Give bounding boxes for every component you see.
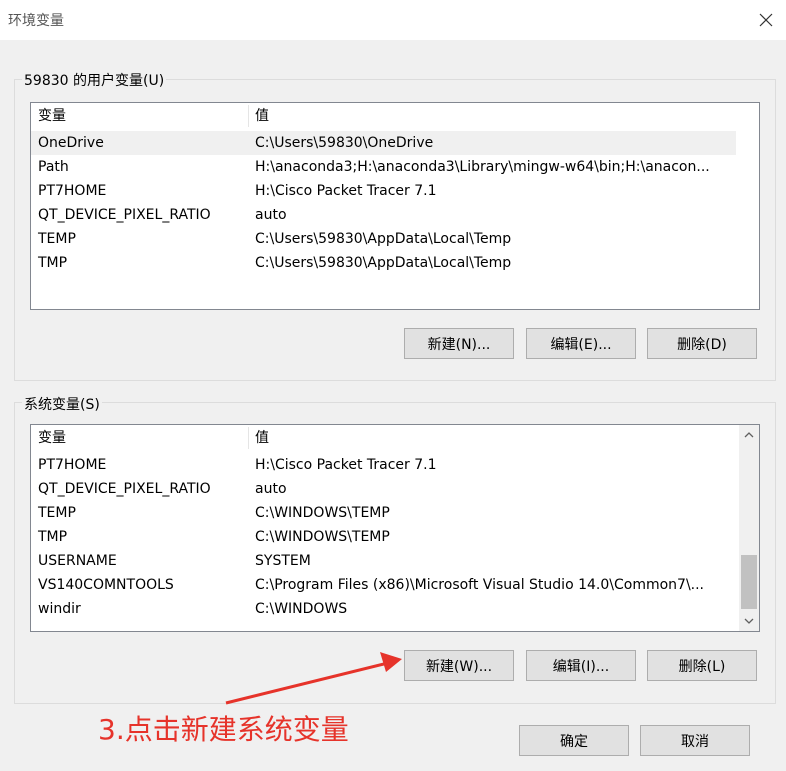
scroll-down-button[interactable] xyxy=(739,611,759,631)
variable-value: C:\Users\59830\AppData\Local\Temp xyxy=(255,231,512,247)
table-row[interactable]: TMP C:\Users\59830\AppData\Local\Temp xyxy=(31,251,759,275)
table-row[interactable]: PT7HOME H:\Cisco Packet Tracer 7.1 xyxy=(31,453,739,477)
list-header: 变量 值 xyxy=(31,103,759,127)
variable-name: Path xyxy=(38,159,69,175)
variable-value: SYSTEM xyxy=(255,553,311,569)
variable-value: C:\Program Files (x86)\Microsoft Visual … xyxy=(255,577,705,593)
column-header-value[interactable]: 值 xyxy=(255,105,269,125)
variable-name: TEMP xyxy=(38,231,76,247)
title-bar: 环境变量 xyxy=(0,0,786,40)
window-title: 环境变量 xyxy=(8,13,64,29)
variable-name: QT_DEVICE_PIXEL_RATIO xyxy=(38,481,211,497)
variable-name: QT_DEVICE_PIXEL_RATIO xyxy=(38,207,211,223)
variable-name: TEMP xyxy=(38,505,76,521)
variable-name: PT7HOME xyxy=(38,457,107,473)
variable-name: TMP xyxy=(38,255,68,271)
cancel-button[interactable]: 取消 xyxy=(640,725,750,756)
table-row[interactable]: QT_DEVICE_PIXEL_RATIO auto xyxy=(31,477,739,501)
variable-value: C:\WINDOWS\TEMP xyxy=(255,529,390,545)
variable-value: C:\WINDOWS\TEMP xyxy=(255,505,390,521)
table-row[interactable]: OneDrive C:\Users\59830\OneDrive xyxy=(31,131,736,155)
table-row[interactable]: USERNAME SYSTEM xyxy=(31,549,739,573)
user-new-button[interactable]: 新建(N)... xyxy=(404,328,514,359)
table-row[interactable]: QT_DEVICE_PIXEL_RATIO auto xyxy=(31,203,759,227)
ok-button[interactable]: 确定 xyxy=(519,725,629,756)
table-row[interactable]: Path H:\anaconda3;H:\anaconda3\Library\m… xyxy=(31,155,759,179)
chevron-up-icon xyxy=(744,432,754,438)
variable-name: TMP xyxy=(38,529,68,545)
close-button[interactable] xyxy=(752,6,780,34)
system-variables-label: 系统变量(S) xyxy=(22,394,102,414)
user-variables-list[interactable]: 变量 值 OneDrive C:\Users\59830\OneDrive Pa… xyxy=(30,102,760,310)
vertical-scrollbar[interactable] xyxy=(739,425,759,631)
column-header-variable[interactable]: 变量 xyxy=(38,105,66,125)
close-icon xyxy=(759,13,773,27)
variable-value: C:\WINDOWS xyxy=(255,601,348,617)
variable-name: VS140COMNTOOLS xyxy=(38,577,174,593)
chevron-down-icon xyxy=(744,618,754,624)
variable-name: windir xyxy=(38,601,81,617)
user-edit-button[interactable]: 编辑(E)... xyxy=(526,328,636,359)
variable-name: OneDrive xyxy=(38,135,104,151)
variable-name: USERNAME xyxy=(38,553,117,569)
variable-value: C:\Users\59830\OneDrive xyxy=(255,135,434,151)
scroll-thumb[interactable] xyxy=(741,555,757,609)
variable-value: auto xyxy=(255,207,287,223)
variable-name: PT7HOME xyxy=(38,183,107,199)
table-row[interactable]: windir C:\WINDOWS xyxy=(31,597,739,621)
variable-value: H:\Cisco Packet Tracer 7.1 xyxy=(255,457,437,473)
variable-value: C:\Users\59830\AppData\Local\Temp xyxy=(255,255,512,271)
table-row[interactable]: PT7HOME H:\Cisco Packet Tracer 7.1 xyxy=(31,179,759,203)
system-delete-button[interactable]: 删除(L) xyxy=(647,650,757,681)
system-new-button[interactable]: 新建(W)... xyxy=(404,650,514,681)
system-edit-button[interactable]: 编辑(I)... xyxy=(526,650,636,681)
annotation-text: 3.点击新建系统变量 xyxy=(98,713,349,746)
user-variables-label: 59830 的用户变量(U) xyxy=(22,70,167,90)
variable-value: H:\anaconda3;H:\anaconda3\Library\mingw-… xyxy=(255,159,710,175)
user-delete-button[interactable]: 删除(D) xyxy=(647,328,757,359)
list-header: 变量 值 xyxy=(31,425,739,449)
column-header-variable[interactable]: 变量 xyxy=(38,427,66,447)
table-row[interactable]: TEMP C:\WINDOWS\TEMP xyxy=(31,501,739,525)
variable-value: auto xyxy=(255,481,287,497)
column-divider[interactable] xyxy=(248,105,249,127)
scroll-up-button[interactable] xyxy=(739,425,759,445)
column-divider[interactable] xyxy=(248,427,249,449)
table-row[interactable]: TEMP C:\Users\59830\AppData\Local\Temp xyxy=(31,227,759,251)
variable-value: H:\Cisco Packet Tracer 7.1 xyxy=(255,183,437,199)
table-row[interactable]: VS140COMNTOOLS C:\Program Files (x86)\Mi… xyxy=(31,573,739,597)
table-row[interactable]: TMP C:\WINDOWS\TEMP xyxy=(31,525,739,549)
system-variables-list[interactable]: 变量 值 PT7HOME H:\Cisco Packet Tracer 7.1 … xyxy=(30,424,760,632)
column-header-value[interactable]: 值 xyxy=(255,427,269,447)
